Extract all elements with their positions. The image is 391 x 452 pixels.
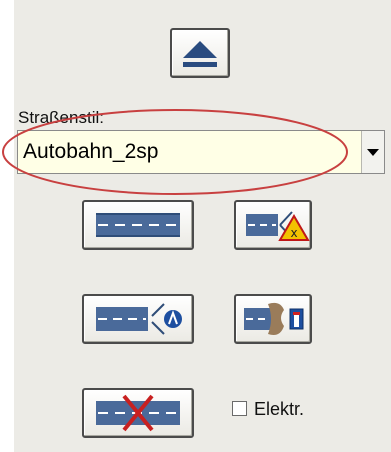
road-tunnel-icon: [244, 302, 304, 335]
road-delete-button[interactable]: [82, 388, 194, 438]
road-style-label: Straßenstil:: [18, 108, 104, 127]
elektr-checkbox[interactable]: [232, 401, 247, 416]
road-style-value: Autobahn_2sp: [23, 140, 159, 163]
eject-icon: [183, 41, 217, 67]
eject-button[interactable]: [170, 28, 230, 78]
road-delete-icon: [96, 394, 180, 432]
road-branch-warning-icon: x: [246, 211, 310, 241]
svg-text:x: x: [290, 226, 297, 240]
road-tunnel-button[interactable]: [234, 294, 312, 344]
road-style-select[interactable]: Autobahn_2sp: [17, 130, 385, 174]
road-straight-button[interactable]: [82, 200, 194, 250]
road-junction-icon: [96, 303, 182, 335]
road-branch-warning-button[interactable]: x: [234, 200, 312, 250]
dropdown-arrow-icon[interactable]: [361, 131, 384, 173]
road-segment-icon: [96, 213, 180, 237]
elektr-label[interactable]: Elektr.: [254, 399, 304, 420]
road-junction-button[interactable]: [82, 294, 194, 344]
